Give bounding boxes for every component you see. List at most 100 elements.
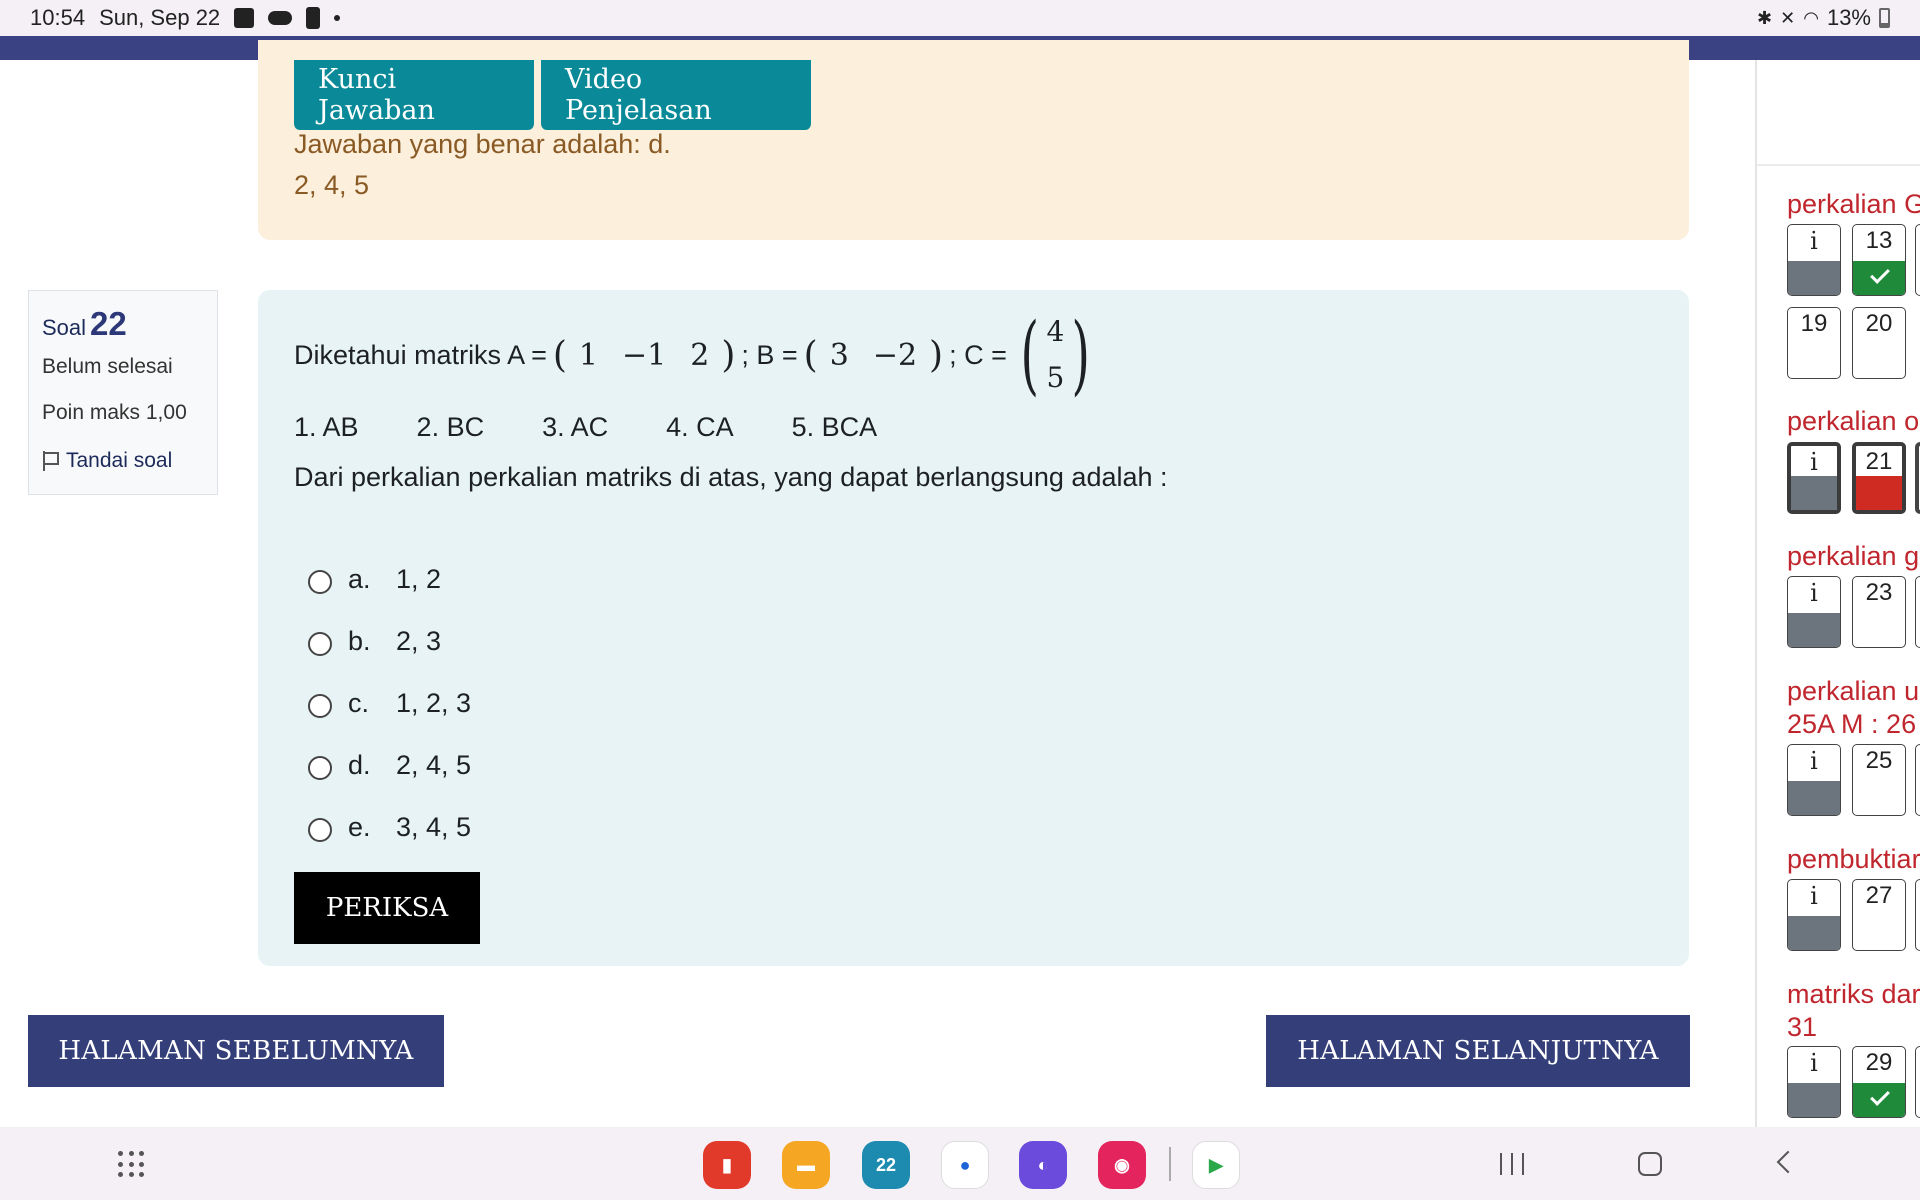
tile-label: i	[1810, 747, 1818, 775]
correct-answer-text: Jawaban yang benar adalah: d. 2, 4, 5	[294, 124, 671, 206]
answer-letter: d.	[348, 749, 371, 780]
tile-label: i	[1810, 1049, 1818, 1077]
section-title: perkalian u	[1787, 676, 1920, 706]
vector-c-cell: 4	[1046, 315, 1065, 348]
screen-recorder-app-icon[interactable]: ◉	[1098, 1141, 1146, 1189]
question-tile-23[interactable]: 23	[1852, 576, 1906, 648]
flag-question-link[interactable]: Tandai soal	[42, 449, 204, 473]
home-button[interactable]	[1638, 1152, 1662, 1176]
radio-button[interactable]	[308, 570, 332, 594]
partial-tile[interactable]	[1915, 576, 1920, 648]
tile-label: 25	[1865, 747, 1893, 774]
tile-label: 23	[1865, 579, 1893, 606]
tile-label: 13	[1865, 227, 1893, 254]
radio-button[interactable]	[308, 818, 332, 842]
matrix-b-cell: −2	[872, 337, 918, 373]
matrix-b: ( 3 −2 )	[803, 334, 944, 376]
correct-answer-line: Jawaban yang benar adalah: d.	[294, 129, 671, 159]
answer-option-b[interactable]: b. 2, 3	[308, 610, 471, 672]
vector-c: ( 4 5 )	[1020, 305, 1091, 405]
section-title-line2: 31	[1787, 1012, 1818, 1042]
section-title: pembuktiar	[1787, 844, 1920, 874]
question-tile-27[interactable]: 27	[1852, 879, 1906, 951]
status-time: 10:54	[30, 5, 86, 30]
matrix-a: ( 1 −1 2 )	[552, 334, 736, 376]
partial-tile[interactable]	[1915, 224, 1920, 296]
question-statement: Diketahui matriks A = ( 1 −1 2 ) ; B = (…	[294, 310, 1104, 400]
question-tile-20[interactable]: 20	[1852, 307, 1906, 379]
recent-apps-button[interactable]	[1500, 1153, 1524, 1175]
notes-app-icon[interactable]: ▮	[703, 1141, 751, 1189]
answer-key-button[interactable]: Kunci Jawaban	[294, 60, 534, 130]
question-status: Belum selesai	[42, 355, 173, 378]
partial-tile[interactable]	[1915, 879, 1920, 951]
partial-tile[interactable]	[1915, 1046, 1920, 1118]
info-tile[interactable]: i	[1787, 224, 1841, 296]
files-app-icon[interactable]: ▬	[782, 1141, 830, 1189]
product-item: 2. BC	[416, 412, 485, 442]
product-item: 3. AC	[542, 412, 609, 442]
question-points: Poin maks 1,00	[42, 401, 187, 424]
answer-text: 1, 2	[396, 563, 442, 594]
answer-option-c[interactable]: c. 1, 2, 3	[308, 672, 471, 734]
answer-letter: a.	[348, 563, 371, 594]
product-item: 1. AB	[294, 412, 359, 442]
quiz-navigation-sidebar: perkalian G i 13 19 20 perkalian o i 21 …	[1755, 60, 1920, 1127]
check-icon	[1870, 264, 1890, 284]
app-drawer-icon[interactable]	[118, 1151, 146, 1179]
play-store-app-icon[interactable]: ▶	[1192, 1141, 1240, 1189]
messages-app-icon[interactable]: ●	[941, 1141, 989, 1189]
section-title: perkalian o	[1787, 406, 1920, 436]
info-tile[interactable]: i	[1787, 744, 1841, 816]
question-intro: Diketahui matriks A =	[294, 339, 547, 370]
question-tile-13[interactable]: 13	[1852, 224, 1906, 296]
tile-label: i	[1810, 448, 1818, 476]
question-tile-19[interactable]: 19	[1787, 307, 1841, 379]
partial-tile[interactable]	[1915, 744, 1920, 816]
battery-alert-icon	[306, 7, 321, 29]
check-button[interactable]: PERIKSA	[294, 872, 480, 944]
back-button[interactable]	[1776, 1150, 1800, 1174]
section-title: perkalian G	[1787, 189, 1920, 219]
answer-text: 1, 2, 3	[396, 687, 472, 718]
more-notifications-icon	[334, 15, 341, 21]
partial-tile[interactable]	[1915, 442, 1920, 514]
product-item: 4. CA	[666, 412, 734, 442]
previous-page-button[interactable]: HALAMAN SEBELUMNYA	[28, 1015, 444, 1087]
matrix-a-cell: 1	[578, 337, 599, 373]
tile-label: 19	[1800, 310, 1828, 337]
answer-option-d[interactable]: d. 2, 4, 5	[308, 734, 471, 796]
info-tile[interactable]: i	[1787, 879, 1841, 951]
gallery-notification-icon	[234, 8, 255, 28]
battery-percent: 13%	[1826, 5, 1871, 30]
product-item: 5. BCA	[791, 412, 878, 442]
answer-option-a[interactable]: a. 1, 2	[308, 548, 471, 610]
info-tile[interactable]: i	[1787, 576, 1841, 648]
internet-app-icon[interactable]: ◐	[1019, 1141, 1067, 1189]
matrix-b-separator: ; B =	[741, 339, 798, 370]
bluetooth-icon: ✱	[1757, 7, 1773, 28]
video-explanation-button[interactable]: Video Penjelasan	[541, 60, 811, 130]
calendar-app-icon[interactable]: 22	[862, 1141, 910, 1189]
info-tile[interactable]: i	[1787, 1046, 1841, 1118]
question-tile-25[interactable]: 25	[1852, 744, 1906, 816]
answer-option-e[interactable]: e. 3, 4, 5	[308, 796, 471, 858]
question-tile-21[interactable]: 21	[1852, 442, 1906, 514]
answer-text: 3, 4, 5	[396, 811, 472, 842]
radio-button[interactable]	[308, 694, 332, 718]
matrix-a-cell: 2	[690, 337, 710, 373]
system-navigation-bar: ▮ ▬ 22 ● ◐ ◉ ▶	[0, 1127, 1920, 1200]
next-page-button[interactable]: HALAMAN SELANJUTNYA	[1266, 1015, 1690, 1087]
info-tile[interactable]: i	[1787, 442, 1841, 514]
radio-button[interactable]	[308, 756, 332, 780]
correct-answer-value: 2, 4, 5	[294, 170, 370, 200]
question-tile-29[interactable]: 29	[1852, 1046, 1906, 1118]
matrix-b-cell: 3	[829, 337, 849, 373]
section-title-line2: 25A M : 26	[1787, 709, 1917, 739]
radio-button[interactable]	[308, 632, 332, 656]
answer-options: a. 1, 2 b. 2, 3 c. 1, 2, 3 d. 2, 4, 5 e.…	[308, 548, 471, 858]
matrix-a-cell: −1	[622, 337, 667, 373]
dock-separator	[1169, 1147, 1171, 1181]
section-title: matriks dar	[1787, 979, 1920, 1009]
tile-label: i	[1810, 227, 1818, 255]
